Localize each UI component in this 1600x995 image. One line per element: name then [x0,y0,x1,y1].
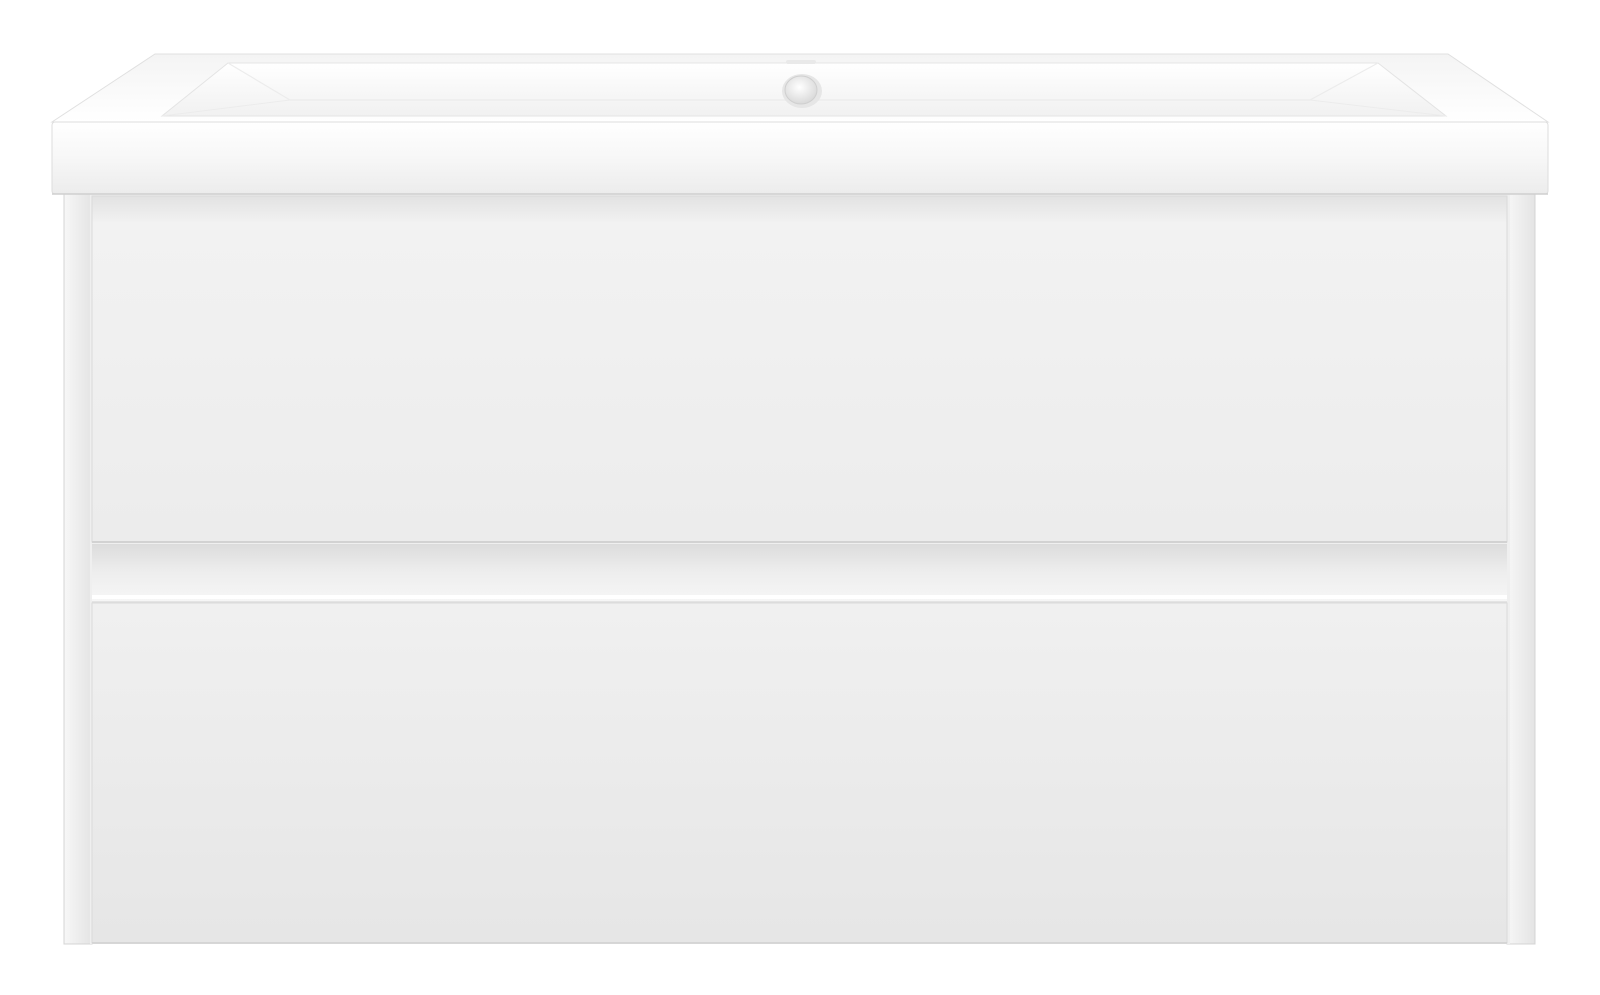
basin-front-rim [51,121,1549,195]
vanity-illustration [50,53,1550,945]
drawer-top [91,195,1508,543]
drawer-top-front [91,195,1508,543]
basin-top [50,53,1550,195]
drawer-bottom [91,602,1508,944]
drawer-bottom-front [91,602,1508,944]
product-image [0,0,1600,995]
handle-groove [92,544,1507,603]
cabinet-side-right [1506,187,1536,945]
cabinet-side-left [63,187,93,945]
